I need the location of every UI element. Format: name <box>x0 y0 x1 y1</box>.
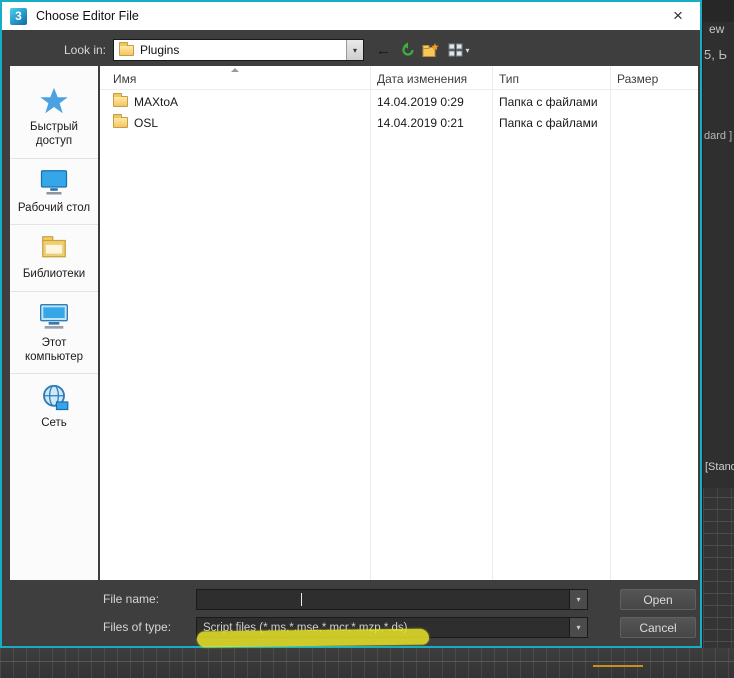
column-header-size[interactable]: Размер <box>617 72 658 86</box>
file-list-header: Имя Дата изменения Тип Размер <box>100 66 698 90</box>
look-in-label: Look in: <box>63 43 106 57</box>
file-type: Папка с файлами <box>499 95 598 109</box>
column-header-name[interactable]: Имя <box>113 72 136 86</box>
files-of-type-label: Files of type: <box>103 620 172 634</box>
place-item-network[interactable]: Сеть <box>10 374 98 439</box>
chevron-down-icon: ▾ <box>576 595 581 604</box>
green-curved-arrow-icon <box>401 42 414 56</box>
background-partial-text: 5, Ь <box>704 47 727 62</box>
viewport-axis-line <box>593 665 643 667</box>
place-item-libraries[interactable]: Библиотеки <box>10 225 98 292</box>
network-icon <box>43 385 69 411</box>
place-label: Библиотеки <box>22 268 86 281</box>
back-button[interactable]: ← <box>373 40 394 60</box>
viewport-grid-line <box>0 661 734 662</box>
look-in-value: Plugins <box>140 43 180 57</box>
place-item-desktop[interactable]: Рабочий стол <box>10 159 98 226</box>
back-arrow-icon: ← <box>376 41 391 59</box>
cancel-button[interactable]: Cancel <box>620 617 696 638</box>
dialog-titlebar: 3 Choose Editor File × <box>2 2 700 30</box>
places-bar: Быстрый доступ Рабочий стол Библиотеки Э… <box>10 66 98 580</box>
place-item-this-pc[interactable]: Этот компьютер <box>10 292 98 375</box>
background-partial-text: dard ] <box>704 130 733 142</box>
file-type: Папка с файлами <box>499 116 598 130</box>
open-button[interactable]: Open <box>620 589 696 610</box>
chevron-down-icon: ▾ <box>576 623 581 632</box>
place-item-quick-access[interactable]: Быстрый доступ <box>10 78 98 159</box>
dialog-title: Choose Editor File <box>36 9 139 23</box>
column-separator <box>370 66 371 580</box>
look-in-combobox[interactable]: Plugins ▾ <box>113 39 364 61</box>
place-label: Этот компьютер <box>25 336 83 363</box>
file-rows: MAXtoA 14.04.2019 0:29 Папка с файлами O… <box>100 92 698 134</box>
folder-icon <box>113 114 128 128</box>
chevron-down-icon: ▾ <box>465 45 470 55</box>
table-row[interactable]: MAXtoA 14.04.2019 0:29 Папка с файлами <box>100 92 698 113</box>
background-partial-text: [Stand <box>705 461 734 473</box>
file-name-dropdown-button[interactable]: ▾ <box>569 590 587 609</box>
file-date: 14.04.2019 0:21 <box>377 116 464 130</box>
background-partial-text: ew <box>709 22 725 36</box>
close-icon[interactable]: × <box>664 2 692 30</box>
file-name: MAXtoA <box>134 95 179 109</box>
table-row[interactable]: OSL 14.04.2019 0:21 Папка с файлами <box>100 113 698 134</box>
column-separator <box>492 66 493 580</box>
file-name-label: File name: <box>103 592 160 606</box>
choose-editor-file-dialog: 3 Choose Editor File × Look in: Plugins … <box>0 0 702 648</box>
folder-icon <box>119 41 134 56</box>
column-header-date[interactable]: Дата изменения <box>377 72 467 86</box>
quick-access-icon <box>40 87 68 114</box>
files-of-type-dropdown-button[interactable]: ▾ <box>569 618 587 637</box>
place-label: Рабочий стол <box>17 201 91 214</box>
file-name: OSL <box>134 116 159 130</box>
3dsmax-logo-icon: 3 <box>10 7 27 25</box>
viewport-grid-bottom <box>0 648 734 678</box>
place-label: Сеть <box>41 417 67 430</box>
chevron-down-icon: ▾ <box>352 45 357 55</box>
highlight-marker <box>196 628 430 648</box>
file-date: 14.04.2019 0:29 <box>377 95 464 109</box>
file-name-input[interactable]: ▾ <box>196 589 588 610</box>
new-folder-icon <box>422 42 439 57</box>
create-new-folder-button[interactable] <box>420 40 441 60</box>
look-in-dropdown-button[interactable]: ▾ <box>346 40 363 60</box>
background-panel-right: ew 5, Ь dard ] [Stand <box>702 0 734 678</box>
desktop-icon <box>40 169 68 195</box>
view-menu-button[interactable]: ▾ <box>444 40 474 60</box>
this-pc-icon <box>40 303 68 329</box>
sort-ascending-icon <box>231 68 239 72</box>
file-list: Имя Дата изменения Тип Размер MAXtoA 14.… <box>100 66 698 580</box>
view-menu-grid-icon <box>448 43 463 57</box>
folder-icon <box>113 93 128 107</box>
last-folder-visited-button[interactable] <box>397 40 418 60</box>
text-cursor <box>301 593 302 606</box>
place-label: Быстрый доступ <box>30 121 78 148</box>
screen: ew 5, Ь dard ] [Stand 3 Choose Editor Fi… <box>0 0 734 678</box>
background-topband <box>703 0 734 22</box>
column-separator <box>610 66 611 580</box>
column-header-type[interactable]: Тип <box>499 72 519 86</box>
libraries-icon <box>42 236 66 258</box>
